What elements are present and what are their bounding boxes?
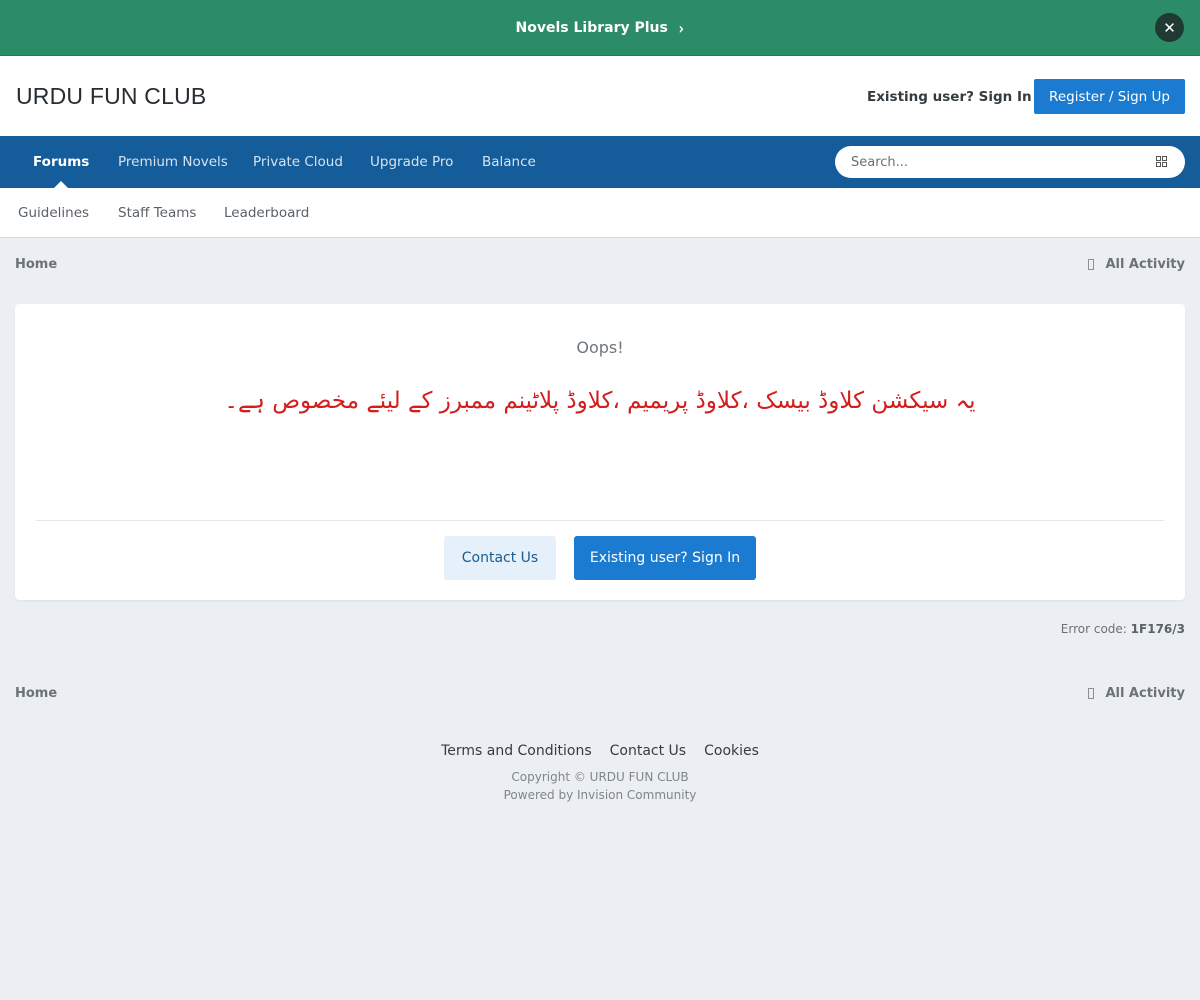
announcement-bar: Novels Library Plus › ✕: [0, 0, 1200, 56]
divider: [36, 520, 1164, 521]
search-icon[interactable]: [1156, 156, 1167, 167]
footer-contact-link[interactable]: Contact Us: [610, 743, 686, 759]
primary-nav: Forums Premium Novels Private Cloud Upgr…: [0, 136, 1200, 188]
nav-item-balance[interactable]: Balance: [482, 136, 536, 188]
sub-nav-leaderboard[interactable]: Leaderboard: [224, 188, 309, 238]
secondary-nav: Guidelines Staff Teams Leaderboard: [0, 188, 1200, 238]
all-activity-label: All Activity: [1105, 257, 1185, 272]
nav-item-premium-novels[interactable]: Premium Novels: [118, 136, 228, 188]
powered-by-link[interactable]: Powered by Invision Community: [0, 788, 1200, 802]
sub-nav-guidelines[interactable]: Guidelines: [18, 188, 89, 238]
activity-icon: [1088, 688, 1095, 699]
signin-link[interactable]: Existing user? Sign In: [867, 89, 1046, 105]
all-activity-link-bottom[interactable]: All Activity: [1088, 686, 1185, 701]
error-message: یہ سیکشن کلاوڈ بیسک ،کلاوڈ پریمیم ،کلاوڈ…: [224, 388, 976, 414]
signin-label: Existing user? Sign In: [867, 89, 1032, 105]
sub-nav-staff-teams[interactable]: Staff Teams: [118, 188, 196, 238]
chevron-right-icon: ›: [678, 18, 684, 38]
activity-icon: [1088, 259, 1095, 270]
error-code: Error code: 1F176/3: [1061, 622, 1185, 636]
error-card: Oops! یہ سیکشن کلاوڈ بیسک ،کلاوڈ پریمیم …: [15, 304, 1185, 600]
contact-us-button[interactable]: Contact Us: [444, 536, 556, 580]
announcement-text: Novels Library Plus: [515, 20, 668, 36]
footer-links: Terms and Conditions Contact Us Cookies: [0, 743, 1200, 759]
register-button[interactable]: Register / Sign Up: [1034, 79, 1185, 114]
copyright: Copyright © URDU FUN CLUB: [511, 770, 689, 784]
nav-item-forums[interactable]: Forums: [33, 136, 89, 188]
footer-cookies-link[interactable]: Cookies: [704, 743, 759, 759]
signin-button[interactable]: Existing user? Sign In: [574, 536, 756, 580]
error-code-label: Error code:: [1060, 622, 1127, 636]
search-input[interactable]: [851, 154, 1141, 170]
all-activity-label: All Activity: [1105, 686, 1185, 701]
breadcrumb-home[interactable]: Home: [15, 257, 57, 272]
error-code-value: 1F176/3: [1130, 622, 1185, 636]
footer-terms-link[interactable]: Terms and Conditions: [441, 743, 592, 759]
all-activity-link[interactable]: All Activity: [1088, 257, 1185, 272]
close-icon[interactable]: ✕: [1155, 13, 1184, 42]
site-title[interactable]: URDU FUN CLUB: [16, 83, 206, 110]
site-header: URDU FUN CLUB Existing user? Sign In Reg…: [0, 56, 1200, 136]
announcement-link[interactable]: Novels Library Plus ›: [0, 0, 1200, 56]
search-box: [835, 146, 1185, 178]
breadcrumb-home-bottom[interactable]: Home: [15, 686, 57, 701]
nav-item-upgrade-pro[interactable]: Upgrade Pro: [370, 136, 453, 188]
error-title: Oops!: [576, 338, 624, 357]
nav-item-private-cloud[interactable]: Private Cloud: [253, 136, 343, 188]
